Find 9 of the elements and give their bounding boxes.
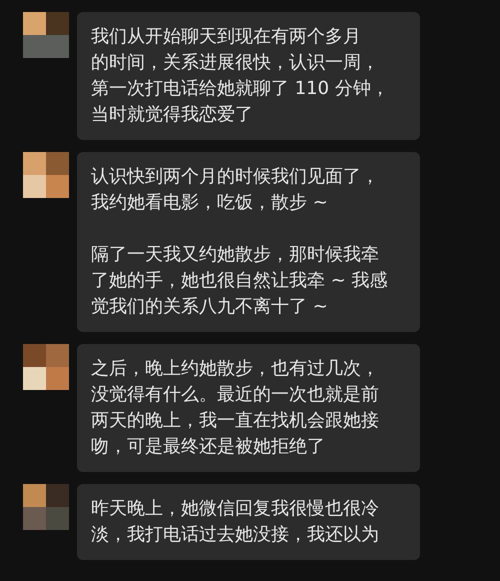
message-text: 昨天晚上，她微信回复我很慢也很冷 淡，我打电话过去她没接，我还以为 [91, 497, 380, 547]
avatar-placeholder [23, 484, 69, 530]
avatar-placeholder [23, 12, 69, 58]
message-text: 之后，晚上约她散步，也有过几次， 没觉得有什么。最近的一次也就是前 两天的晚上，我一直在找机会跟她接 吻，可是最终还是被她拒绝了 [91, 357, 380, 459]
avatar-placeholder [23, 152, 69, 198]
message-text: 认识快到两个月的时候我们见面了， 我约她看电影，吃饭，散步 ~ [91, 165, 380, 215]
message-text: 我们从开始聊天到现在有两个多月 的时间，关系进展很快，认识一周， 第一次打电话给她就聊了 110 分钟， 当时就觉得我恋爱了 [91, 25, 390, 127]
message-text: 隔了一天我又约她散步，那时候我牵 了她的手，她也很自然让我牵 ~ 我感 觉我们的关系八九不离十了 ~ [91, 243, 389, 319]
avatar-placeholder [23, 344, 69, 390]
